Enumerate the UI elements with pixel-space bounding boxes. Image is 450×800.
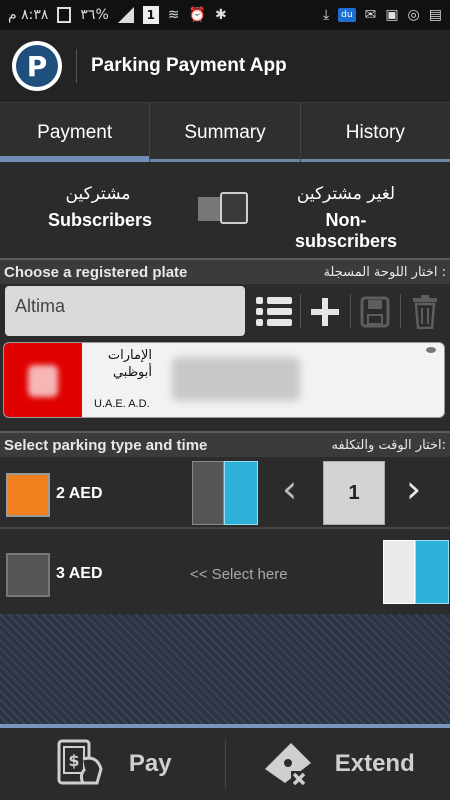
non-subscribers-label-en: Non-subscribers bbox=[294, 210, 398, 251]
tool-divider bbox=[350, 294, 351, 328]
pay-icon: $ bbox=[53, 739, 109, 789]
save-icon[interactable] bbox=[355, 292, 395, 332]
sim-icon: 1 bbox=[142, 6, 159, 24]
app-title: Parking Payment App bbox=[91, 55, 287, 76]
parking-option-2aed: 2 AED ‹ 1 › bbox=[0, 457, 450, 529]
battery-icon bbox=[57, 7, 72, 23]
non-subscribers-option[interactable]: لغير مشتركين Non-subscribers bbox=[276, 184, 416, 252]
add-icon[interactable] bbox=[305, 292, 345, 332]
app-bar: P Parking Payment App bbox=[0, 30, 450, 102]
parking-option-price: 3 AED bbox=[56, 565, 103, 582]
switch-thumb[interactable] bbox=[220, 192, 248, 224]
subscribers-label-en: Subscribers bbox=[48, 210, 153, 230]
tab-history[interactable]: History bbox=[300, 103, 450, 162]
mail-icon: ✉ bbox=[364, 7, 377, 23]
license-plate: الإمارات أبوظبي U.A.E. A.D. bbox=[3, 342, 445, 418]
plate-section-title-ar: اختار اللوحة المسجلة : bbox=[323, 264, 446, 280]
list-icon[interactable] bbox=[254, 292, 294, 332]
time-bar bbox=[192, 461, 258, 525]
app-bar-divider bbox=[76, 49, 77, 83]
status-bar-left: ٨:٣٨ م ٣٦% 1 ≋ ⏰ ✱ bbox=[8, 6, 227, 24]
parking-option-checkbox[interactable] bbox=[6, 553, 50, 597]
wifi-icon: ≋ bbox=[167, 7, 180, 23]
svg-text:$: $ bbox=[68, 751, 79, 770]
parking-option-price: 2 AED bbox=[56, 485, 103, 502]
parking-section-header: Select parking type and time اختار الوقت… bbox=[0, 431, 450, 457]
alarm-icon: ⏰ bbox=[188, 7, 206, 23]
pay-button-label: Pay bbox=[128, 750, 172, 777]
status-bar: ٨:٣٨ م ٣٦% 1 ≋ ⏰ ✱ ⤓ du ✉ ▣ ◎ ▤ bbox=[0, 0, 450, 30]
extend-button[interactable]: Extend bbox=[226, 728, 450, 800]
parking-section-title-en: Select parking type and time bbox=[4, 436, 208, 454]
plate-section-header: Choose a registered plate اختار اللوحة ا… bbox=[0, 258, 450, 284]
tab-summary[interactable]: Summary bbox=[150, 103, 301, 162]
tab-payment[interactable]: Payment bbox=[0, 103, 151, 162]
time-segment bbox=[224, 461, 258, 525]
pattern-background bbox=[0, 614, 450, 726]
plate-emirate-ar: الإمارات أبوظبي bbox=[92, 347, 152, 381]
plate-number-blurred bbox=[172, 357, 300, 401]
whatsapp-icon: ◎ bbox=[407, 7, 420, 23]
signal-icon bbox=[117, 7, 134, 23]
chevron-left-icon[interactable]: ‹ bbox=[282, 467, 297, 511]
subscribers-label-ar: مشتركين bbox=[65, 184, 131, 204]
carrier-chip: du bbox=[338, 8, 356, 22]
parking-logo-icon: P bbox=[16, 45, 58, 87]
time-bar[interactable] bbox=[383, 540, 449, 604]
delete-icon[interactable] bbox=[405, 292, 445, 332]
plate-emirate-ar-line2: أبوظبي bbox=[112, 365, 152, 380]
quantity-value: 1 bbox=[323, 461, 385, 525]
plate-emirate-ar-line1: الإمارات bbox=[107, 348, 152, 363]
plate-red-panel bbox=[4, 343, 82, 417]
app-logo: P bbox=[12, 41, 62, 91]
parking-option-checkbox[interactable] bbox=[6, 473, 50, 517]
battery-level: ٣٦% bbox=[80, 7, 109, 23]
download-icon: ⤓ bbox=[322, 7, 330, 23]
bottom-action-bar: $ Pay Extend bbox=[0, 728, 450, 800]
select-here-hint: << Select here bbox=[190, 566, 288, 583]
tool-divider bbox=[400, 294, 401, 328]
plate-screw bbox=[426, 347, 436, 353]
chevron-right-icon[interactable]: › bbox=[406, 467, 421, 511]
plate-section-title-en: Choose a registered plate bbox=[4, 263, 188, 281]
subscription-toggle-panel: مشتركين Subscribers لغير مشتركين Non-sub… bbox=[0, 162, 450, 258]
time-segment bbox=[192, 461, 224, 525]
plate-select-field[interactable]: Altima bbox=[5, 286, 245, 336]
plate-code-blurred bbox=[28, 365, 58, 397]
time-segment bbox=[415, 540, 449, 604]
plate-emirate-en: U.A.E. A.D. bbox=[94, 398, 150, 410]
pay-button[interactable]: $ Pay bbox=[0, 728, 225, 800]
time-segment bbox=[383, 540, 415, 604]
parking-option-3aed: 3 AED << Select here bbox=[0, 531, 450, 614]
subscribers-option[interactable]: مشتركين Subscribers bbox=[48, 184, 153, 231]
status-bar-right: ⤓ du ✉ ▣ ◎ ▤ bbox=[323, 7, 442, 23]
message-icon: ▤ bbox=[428, 7, 442, 23]
parking-section-title-ar: اختار الوقت والتكلفه: bbox=[331, 437, 446, 453]
non-subscribers-label-ar: لغير مشتركين bbox=[296, 184, 396, 204]
tool-divider bbox=[300, 294, 301, 328]
clock: ٨:٣٨ م bbox=[8, 7, 49, 23]
extend-button-label: Extend bbox=[334, 750, 415, 777]
extend-ticket-icon bbox=[261, 739, 315, 789]
bluetooth-icon: ✱ bbox=[214, 7, 227, 23]
tab-bar: Payment Summary History bbox=[0, 102, 450, 162]
subscription-switch[interactable] bbox=[198, 192, 250, 224]
plate-chooser-row: Altima bbox=[0, 284, 450, 340]
image-icon: ▣ bbox=[385, 7, 399, 23]
